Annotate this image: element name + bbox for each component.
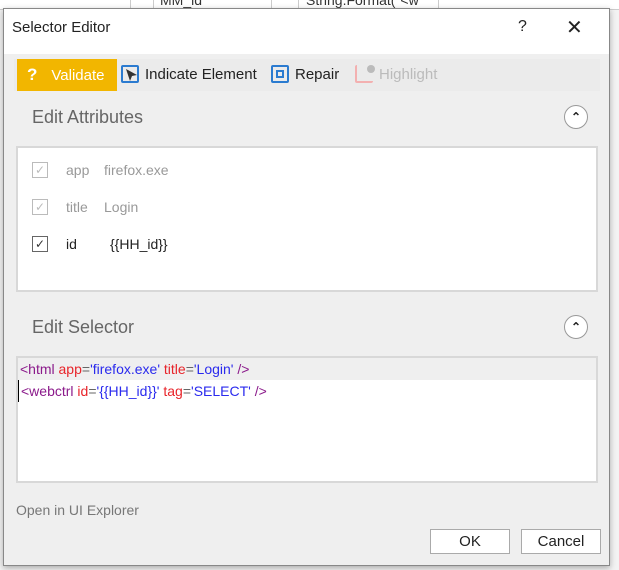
background-cell: MM_id [160,0,203,8]
validate-label: Validate [51,66,105,84]
collapse-attributes-chevron-icon[interactable]: ⌃ [564,105,588,129]
cancel-button[interactable]: Cancel [521,529,601,554]
attribute-row-title: ✓ title Login [32,199,138,215]
attribute-row-app: ✓ app firefox.exe [32,162,169,178]
selector-line: <webctrl id='{{HH_id}}' tag='SELECT' /> [18,380,596,402]
attribute-row-id: ✓ id {{HH_id}} [32,236,168,252]
title-bar: Selector Editor ? ✕ [4,9,609,54]
open-in-ui-explorer-link[interactable]: Open in UI Explorer [16,502,139,518]
repair-button[interactable]: Repair [271,65,339,83]
cursor-target-icon [121,65,139,83]
edit-selector-heading: Edit Selector [32,317,135,337]
background-cell: String.Format("<w [306,0,419,8]
selector-editor-textarea[interactable]: <html app='firefox.exe' title='Login' />… [16,356,598,483]
question-icon: ? [27,65,38,84]
edit-attributes-heading: Edit Attributes [32,107,144,127]
attribute-checkbox[interactable]: ✓ [32,236,48,252]
collapse-selector-chevron-icon[interactable]: ⌃ [564,315,588,339]
attribute-value[interactable]: Login [104,199,138,215]
repair-icon [271,65,289,83]
help-button[interactable]: ? [518,18,527,36]
attribute-name: app [66,162,90,178]
attribute-value[interactable]: {{HH_id}} [110,236,168,252]
indicate-element-button[interactable]: Indicate Element [121,65,257,83]
selector-editor-dialog: Selector Editor ? ✕ ? Validate Indicate … [3,8,610,566]
toolbar: ? Validate Indicate Element Repair Highl… [14,59,600,91]
attribute-checkbox[interactable]: ✓ [32,199,48,215]
ok-button[interactable]: OK [430,529,510,554]
highlight-button[interactable]: Highlight [355,65,437,83]
attribute-name: id [66,236,77,252]
indicate-element-label: Indicate Element [145,65,257,83]
highlight-label: Highlight [379,65,438,83]
attribute-name: title [66,199,88,215]
validate-button[interactable]: ? Validate [17,59,117,91]
close-button[interactable]: ✕ [566,15,583,40]
selector-line: <html app='firefox.exe' title='Login' /> [18,358,596,380]
attribute-checkbox[interactable]: ✓ [32,162,48,178]
highlight-icon [355,65,375,83]
attributes-list: ✓ app firefox.exe ✓ title Login ✓ id {{H… [16,146,598,292]
repair-label: Repair [295,65,340,83]
attribute-value[interactable]: firefox.exe [104,162,169,178]
dialog-title: Selector Editor [12,19,111,36]
